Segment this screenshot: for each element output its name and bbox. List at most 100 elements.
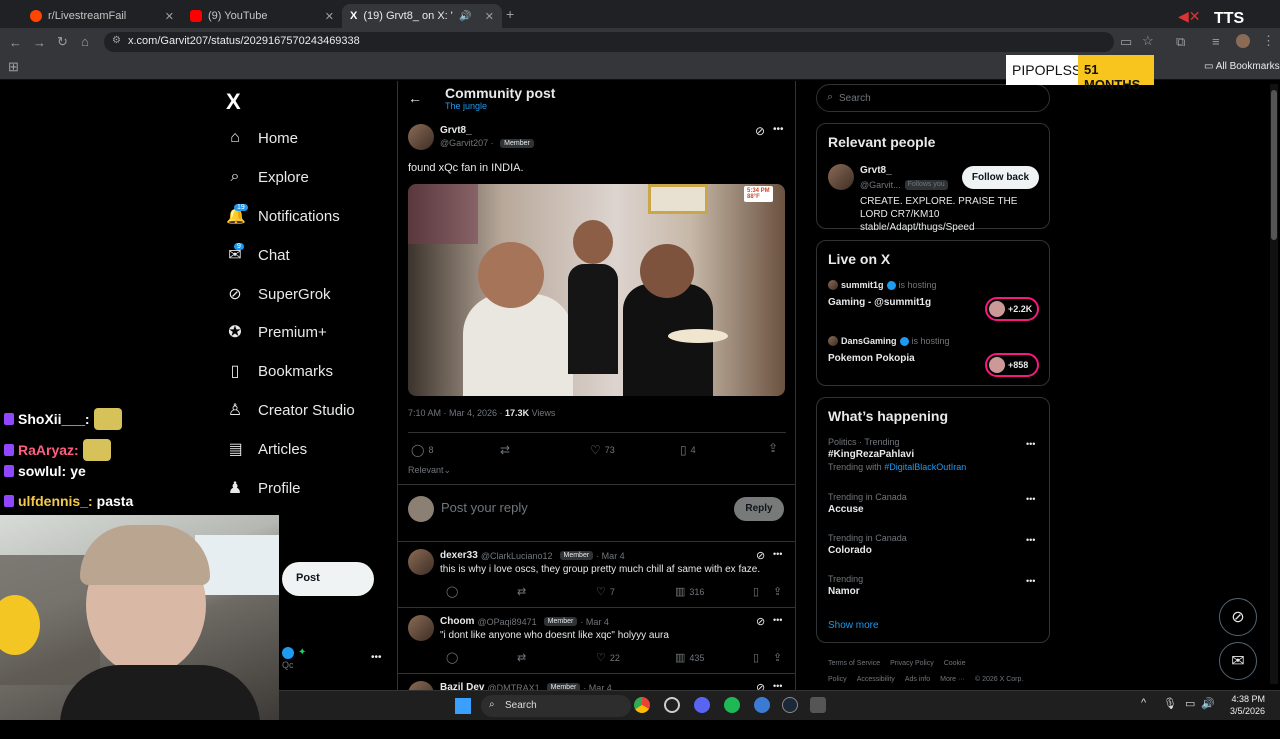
reply-author-handle[interactable]: @ClarkLuciano12 bbox=[481, 551, 553, 561]
reply-avatar[interactable] bbox=[408, 615, 434, 641]
person-name[interactable]: Grvt8_ bbox=[860, 165, 892, 176]
views-action[interactable]: ▥ 316 bbox=[675, 585, 704, 598]
author-avatar[interactable] bbox=[408, 124, 434, 150]
chrome-icon[interactable] bbox=[634, 697, 650, 713]
search-input[interactable]: ⌕ Search bbox=[816, 84, 1050, 112]
more-options-icon[interactable]: ••• bbox=[1026, 494, 1035, 504]
home-browser-icon[interactable]: ⌂ bbox=[81, 34, 89, 49]
url-field[interactable]: ⚙ x.com/Garvit207/status/202916757024346… bbox=[104, 32, 1114, 52]
community-link[interactable]: The jungle bbox=[445, 101, 487, 111]
footer-link[interactable]: More ··· bbox=[940, 676, 965, 683]
more-options-icon[interactable]: ••• bbox=[773, 549, 782, 559]
trend-item[interactable]: Politics · Trending #KingRezaPahlavi Trend… bbox=[828, 437, 966, 472]
close-icon[interactable]: ✕ bbox=[485, 10, 494, 23]
cast-icon[interactable]: ▭ bbox=[1120, 34, 1132, 50]
live-host-row[interactable]: DansGaming is hosting bbox=[828, 336, 950, 346]
footer-link[interactable]: Privacy Policy bbox=[890, 660, 934, 667]
back-arrow-icon[interactable]: ← bbox=[408, 90, 422, 106]
app-icon[interactable] bbox=[810, 697, 826, 713]
taskbar-search[interactable]: ⌕ Search bbox=[481, 695, 631, 717]
bookmark-action[interactable]: ▯ 4 bbox=[680, 443, 696, 457]
chevron-up-icon[interactable]: ^ bbox=[1141, 697, 1146, 709]
apps-grid-icon[interactable]: ⊞ bbox=[8, 59, 19, 75]
back-icon[interactable]: ← bbox=[9, 35, 22, 50]
more-options-icon[interactable]: ••• bbox=[773, 124, 784, 135]
trend-item[interactable]: Trending Namor bbox=[828, 574, 863, 597]
views-action[interactable]: ▥ 435 bbox=[675, 651, 704, 664]
site-info-icon[interactable]: ⚙ bbox=[112, 35, 121, 46]
more-options-icon[interactable]: ••• bbox=[1026, 535, 1035, 545]
more-options-icon[interactable]: ••• bbox=[1026, 439, 1035, 449]
bookmark-action[interactable]: ▯ bbox=[753, 585, 759, 598]
close-icon[interactable]: ✕ bbox=[165, 10, 174, 23]
repost-action[interactable]: ⇄ bbox=[517, 651, 526, 664]
clock[interactable]: 4:38 PM 3/5/2026 bbox=[1217, 693, 1265, 717]
tab-x-post[interactable]: X (19) Grvt8_ on X: "found xQ 🔊 ✕ bbox=[342, 4, 502, 28]
scrollbar-thumb[interactable] bbox=[1271, 90, 1277, 240]
reply-input[interactable]: Post your reply bbox=[441, 500, 528, 515]
grok-fab[interactable]: ⊘ bbox=[1219, 598, 1257, 636]
grok-icon[interactable]: ⊘ bbox=[756, 549, 765, 562]
share-action[interactable]: ⇪ bbox=[773, 585, 782, 598]
live-listeners-pill[interactable]: +858 bbox=[985, 353, 1039, 377]
sidebar-item-premium-[interactable]: ✪ Premium+ bbox=[226, 318, 326, 346]
sidebar-item-supergrok[interactable]: ⊘ SuperGrok bbox=[226, 280, 330, 308]
trend-item[interactable]: Trending in Canada Colorado bbox=[828, 533, 907, 556]
footer-link[interactable]: Terms of Service bbox=[828, 660, 880, 667]
sidebar-item-notifications[interactable]: 🔔 19 Notifications bbox=[226, 202, 340, 230]
more-options-icon[interactable]: ••• bbox=[773, 615, 782, 625]
person-avatar[interactable] bbox=[828, 164, 854, 190]
star-icon[interactable]: ☆ bbox=[1142, 33, 1154, 49]
reply-author-handle[interactable]: @OPaqi89471 bbox=[477, 617, 536, 627]
steam-icon[interactable] bbox=[782, 697, 798, 713]
footer-link[interactable]: Ads info bbox=[905, 676, 930, 683]
kebab-menu-icon[interactable]: ⋮ bbox=[1262, 33, 1275, 49]
menu-lines-icon[interactable]: ≡ bbox=[1212, 34, 1220, 49]
discord-icon[interactable] bbox=[694, 697, 710, 713]
trend-item[interactable]: Trending in Canada Accuse bbox=[828, 492, 907, 515]
live-host-row[interactable]: summit1g is hosting bbox=[828, 280, 937, 290]
sidebar-item-bookmarks[interactable]: ▯ Bookmarks bbox=[226, 357, 333, 385]
repost-action[interactable]: ⇄ bbox=[517, 585, 526, 598]
reply-action[interactable]: ◯ bbox=[446, 651, 458, 664]
profile-avatar[interactable] bbox=[1236, 34, 1250, 48]
all-bookmarks[interactable]: ▭ All Bookmarks bbox=[1204, 61, 1280, 72]
author-name[interactable]: Grvt8_ bbox=[440, 125, 472, 136]
heart-action[interactable]: ♡ 7 bbox=[596, 585, 615, 598]
mic-icon[interactable]: 🎙 bbox=[1163, 697, 1177, 710]
show-more-link[interactable]: Show more bbox=[828, 620, 879, 631]
sidebar-item-explore[interactable]: ⌕ Explore bbox=[226, 163, 309, 191]
reply-author-name[interactable]: Choom bbox=[440, 616, 474, 627]
post-video[interactable]: 5:34 PM 88°F bbox=[408, 184, 785, 396]
volume-icon[interactable]: 🔊 bbox=[1201, 697, 1215, 710]
account-more-icon[interactable]: ••• bbox=[371, 652, 382, 663]
sidebar-item-home[interactable]: ⌂ Home bbox=[226, 124, 298, 152]
network-icon[interactable]: ▭ bbox=[1185, 697, 1195, 710]
tab-reddit[interactable]: r/LivestreamFail ✕ bbox=[22, 4, 182, 28]
post-button[interactable]: Post bbox=[282, 562, 374, 596]
messages-fab[interactable]: ✉ bbox=[1219, 642, 1257, 680]
speaker-icon[interactable]: 🔊 bbox=[459, 11, 471, 22]
reply-action[interactable]: ◯ bbox=[446, 585, 458, 598]
live-title[interactable]: Pokemon Pokopia bbox=[828, 353, 915, 364]
footer-link[interactable]: © 2026 X Corp. bbox=[975, 676, 1023, 683]
live-title[interactable]: Gaming - @summit1g bbox=[828, 297, 931, 308]
sidebar-item-creator-studio[interactable]: ♙ Creator Studio bbox=[226, 396, 355, 424]
follow-back-button[interactable]: Follow back bbox=[962, 166, 1039, 189]
extensions-icon[interactable]: ⧉ bbox=[1176, 34, 1185, 50]
like-action[interactable]: ♡ 73 bbox=[590, 443, 615, 457]
reload-icon[interactable]: ↻ bbox=[57, 34, 68, 50]
sidebar-item-chat[interactable]: ✉ 9 Chat bbox=[226, 241, 290, 269]
close-icon[interactable]: ✕ bbox=[325, 10, 334, 23]
windows-start-icon[interactable] bbox=[455, 698, 471, 714]
trend-hashtag[interactable]: #DigitalBlackOutIran bbox=[884, 462, 966, 472]
heart-action[interactable]: ♡ 22 bbox=[596, 651, 620, 664]
author-handle[interactable]: @Garvit207 bbox=[440, 138, 488, 148]
grok-icon[interactable]: ⊘ bbox=[756, 615, 765, 628]
sort-dropdown[interactable]: Relevant⌄ bbox=[408, 465, 451, 476]
obs-icon[interactable] bbox=[664, 697, 680, 713]
new-tab-button[interactable]: + bbox=[506, 6, 514, 22]
live-listeners-pill[interactable]: +2.2K bbox=[985, 297, 1039, 321]
reply-avatar[interactable] bbox=[408, 549, 434, 575]
tab-youtube[interactable]: (9) YouTube ✕ bbox=[182, 4, 342, 28]
